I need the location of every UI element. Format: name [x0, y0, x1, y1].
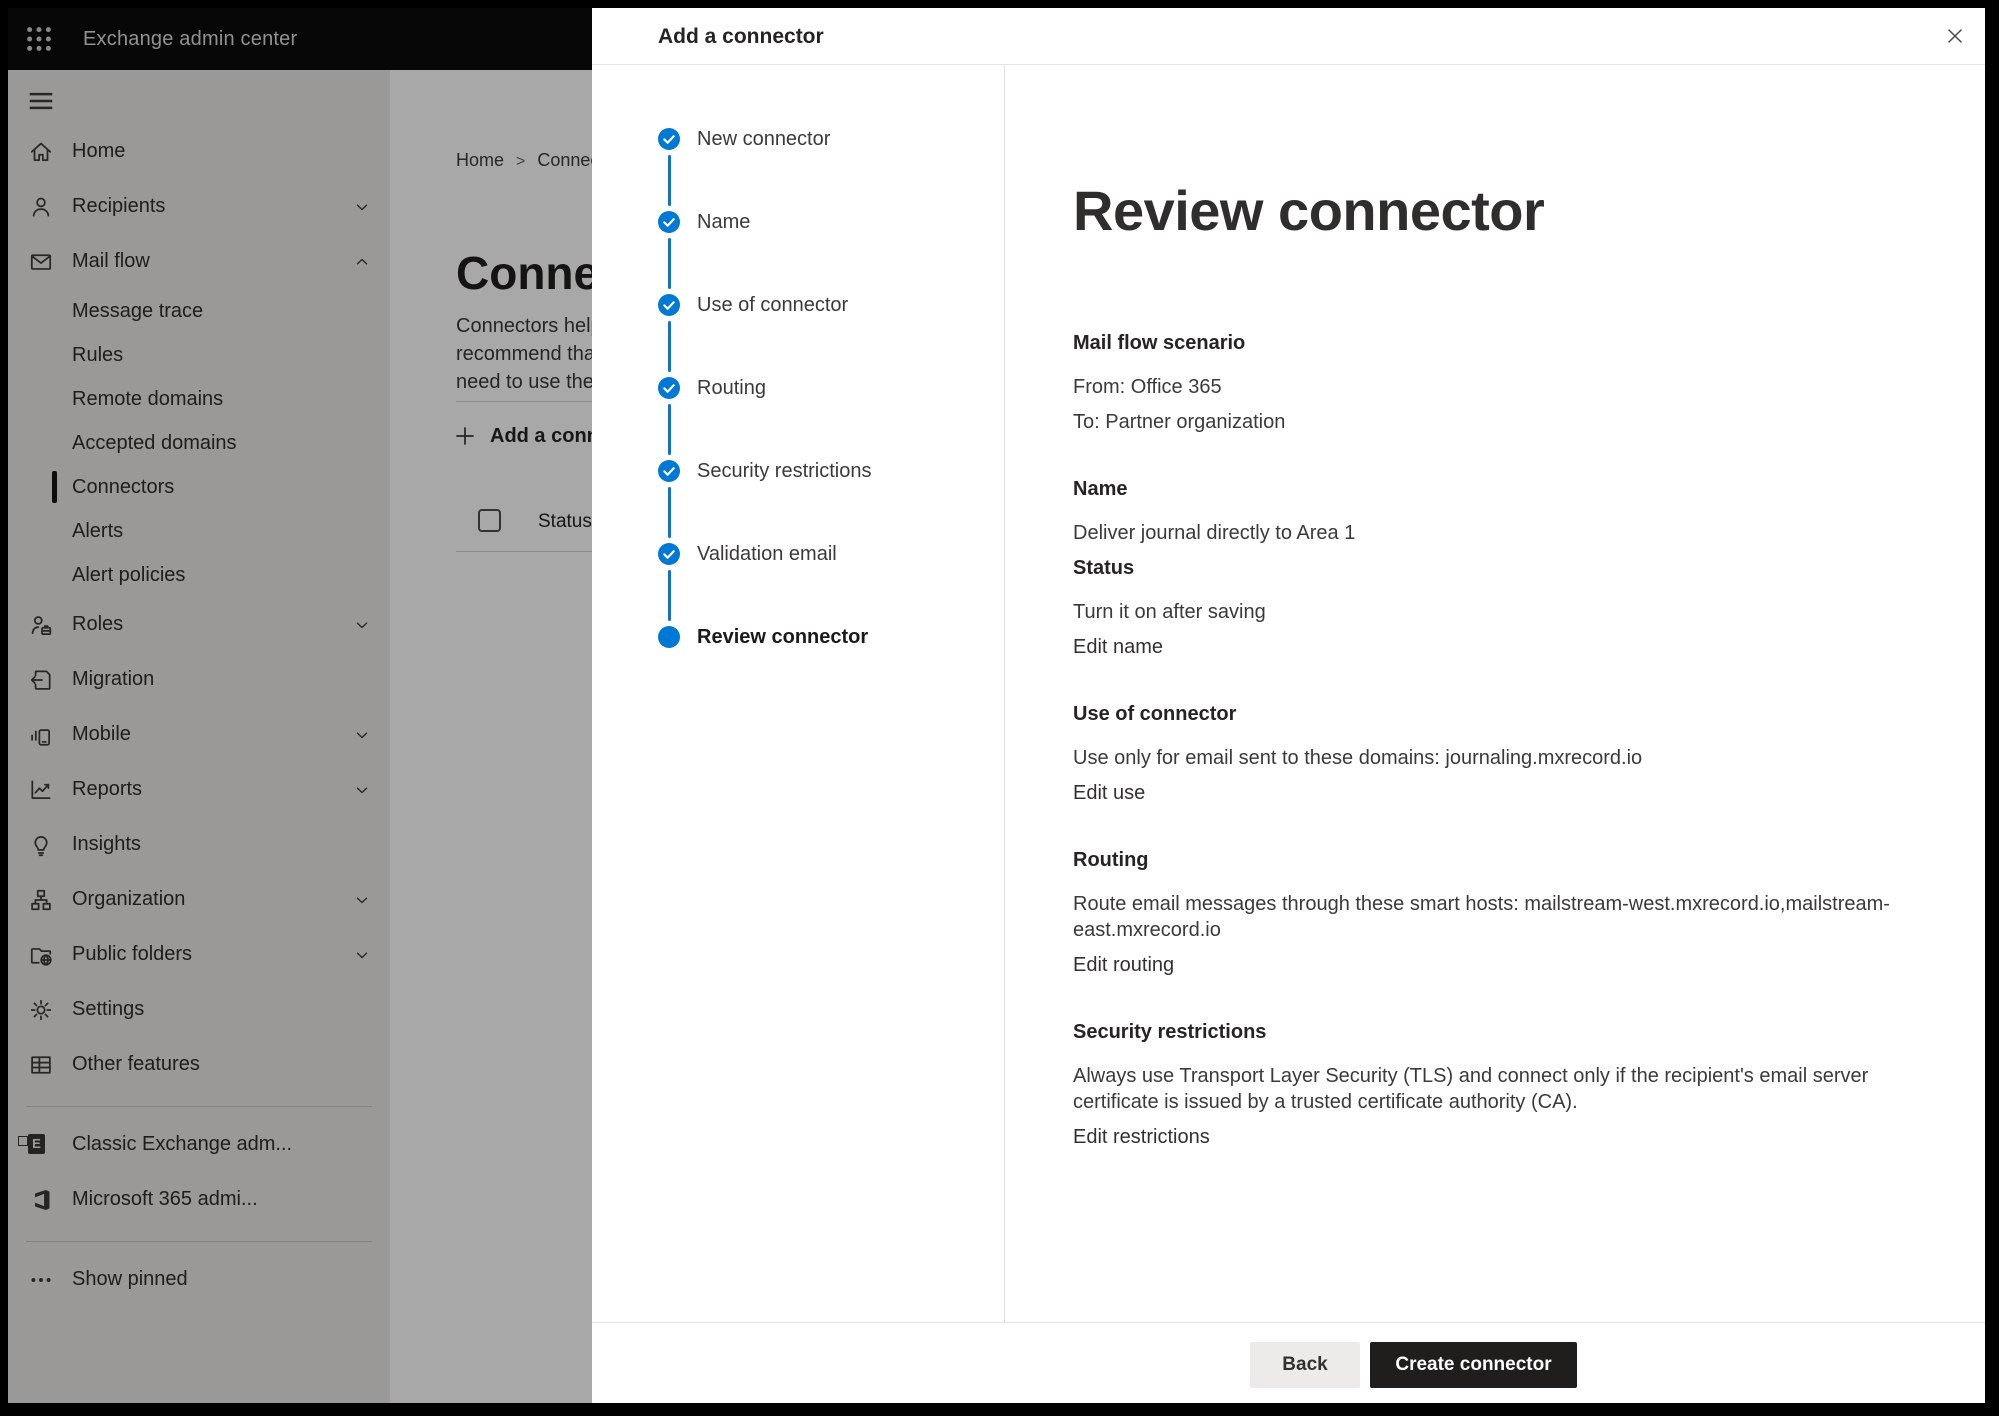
- close-icon[interactable]: [1939, 21, 1971, 53]
- review-section-routing: Routing Route email messages through thes…: [1073, 847, 1903, 978]
- edit-restrictions-link[interactable]: Edit restrictions: [1073, 1124, 1903, 1150]
- edit-routing-link[interactable]: Edit routing: [1073, 952, 1903, 978]
- step-connector-line: [668, 321, 671, 372]
- section-text: Route email messages through these smart…: [1073, 891, 1903, 943]
- review-section-security-restrictions: Security restrictions Always use Transpor…: [1073, 1019, 1903, 1150]
- section-text: From: Office 365: [1073, 374, 1903, 400]
- section-title: Security restrictions: [1073, 1019, 1903, 1045]
- section-title: Routing: [1073, 847, 1903, 873]
- exchange-admin-app: Exchange admin center HomeRecipientsMail…: [8, 8, 1985, 1403]
- section-subtitle: Status: [1073, 555, 1903, 581]
- step-check-icon: [658, 294, 680, 316]
- review-content: Review connector Mail flow scenario From:…: [1073, 65, 1985, 1322]
- review-section-mail-flow-scenario: Mail flow scenario From: Office 365 To: Pa…: [1073, 330, 1903, 435]
- edit-name-link[interactable]: Edit name: [1073, 634, 1903, 660]
- wizard-body: New connector Name Use of connector Routing…: [592, 65, 1985, 1322]
- section-title: Use of connector: [1073, 701, 1903, 727]
- section-text: Always use Transport Layer Security (TLS…: [1073, 1063, 1903, 1115]
- step-connector-line: [668, 238, 671, 289]
- wizard-step-name[interactable]: Name: [697, 209, 750, 235]
- screenshot-frame: Exchange admin center HomeRecipientsMail…: [0, 0, 1999, 1416]
- section-title: Name: [1073, 476, 1903, 502]
- review-sections: Mail flow scenario From: Office 365 To: Pa…: [1073, 330, 1903, 1191]
- wizard-header: Add a connector: [592, 8, 1985, 65]
- wizard-step-new-connector[interactable]: New connector: [697, 126, 830, 152]
- wizard-steps-panel: New connector Name Use of connector Routing…: [592, 65, 1005, 1322]
- review-heading: Review connector: [1073, 178, 1544, 243]
- step-check-icon: [658, 377, 680, 399]
- review-section-name: Name Deliver journal directly to Area 1 St…: [1073, 476, 1903, 660]
- edit-use-link[interactable]: Edit use: [1073, 780, 1903, 806]
- add-connector-wizard: Add a connector New connector Name Use of …: [592, 8, 1985, 1403]
- wizard-step-review-connector[interactable]: Review connector: [697, 624, 868, 650]
- step-connector-line: [668, 487, 671, 538]
- section-text: Use only for email sent to these domains…: [1073, 745, 1903, 771]
- wizard-step-routing[interactable]: Routing: [697, 375, 766, 401]
- wizard-step-validation-email[interactable]: Validation email: [697, 541, 837, 567]
- step-current-icon: [658, 626, 680, 648]
- back-button[interactable]: Back: [1250, 1342, 1360, 1388]
- review-section-use-of-connector: Use of connector Use only for email sent …: [1073, 701, 1903, 806]
- step-check-icon: [658, 211, 680, 233]
- step-check-icon: [658, 128, 680, 150]
- section-text: Turn it on after saving: [1073, 599, 1903, 625]
- create-connector-button[interactable]: Create connector: [1370, 1342, 1577, 1388]
- step-connector-line: [668, 570, 671, 621]
- step-check-icon: [658, 460, 680, 482]
- step-connector-line: [668, 155, 671, 206]
- wizard-title: Add a connector: [658, 8, 824, 65]
- step-check-icon: [658, 543, 680, 565]
- step-connector-line: [668, 404, 671, 455]
- section-text: To: Partner organization: [1073, 409, 1903, 435]
- wizard-step-security-restrictions[interactable]: Security restrictions: [697, 458, 872, 484]
- wizard-footer: Back Create connector: [592, 1322, 1985, 1403]
- section-text: Deliver journal directly to Area 1: [1073, 520, 1903, 546]
- wizard-step-use-of-connector[interactable]: Use of connector: [697, 292, 848, 318]
- section-title: Mail flow scenario: [1073, 330, 1903, 356]
